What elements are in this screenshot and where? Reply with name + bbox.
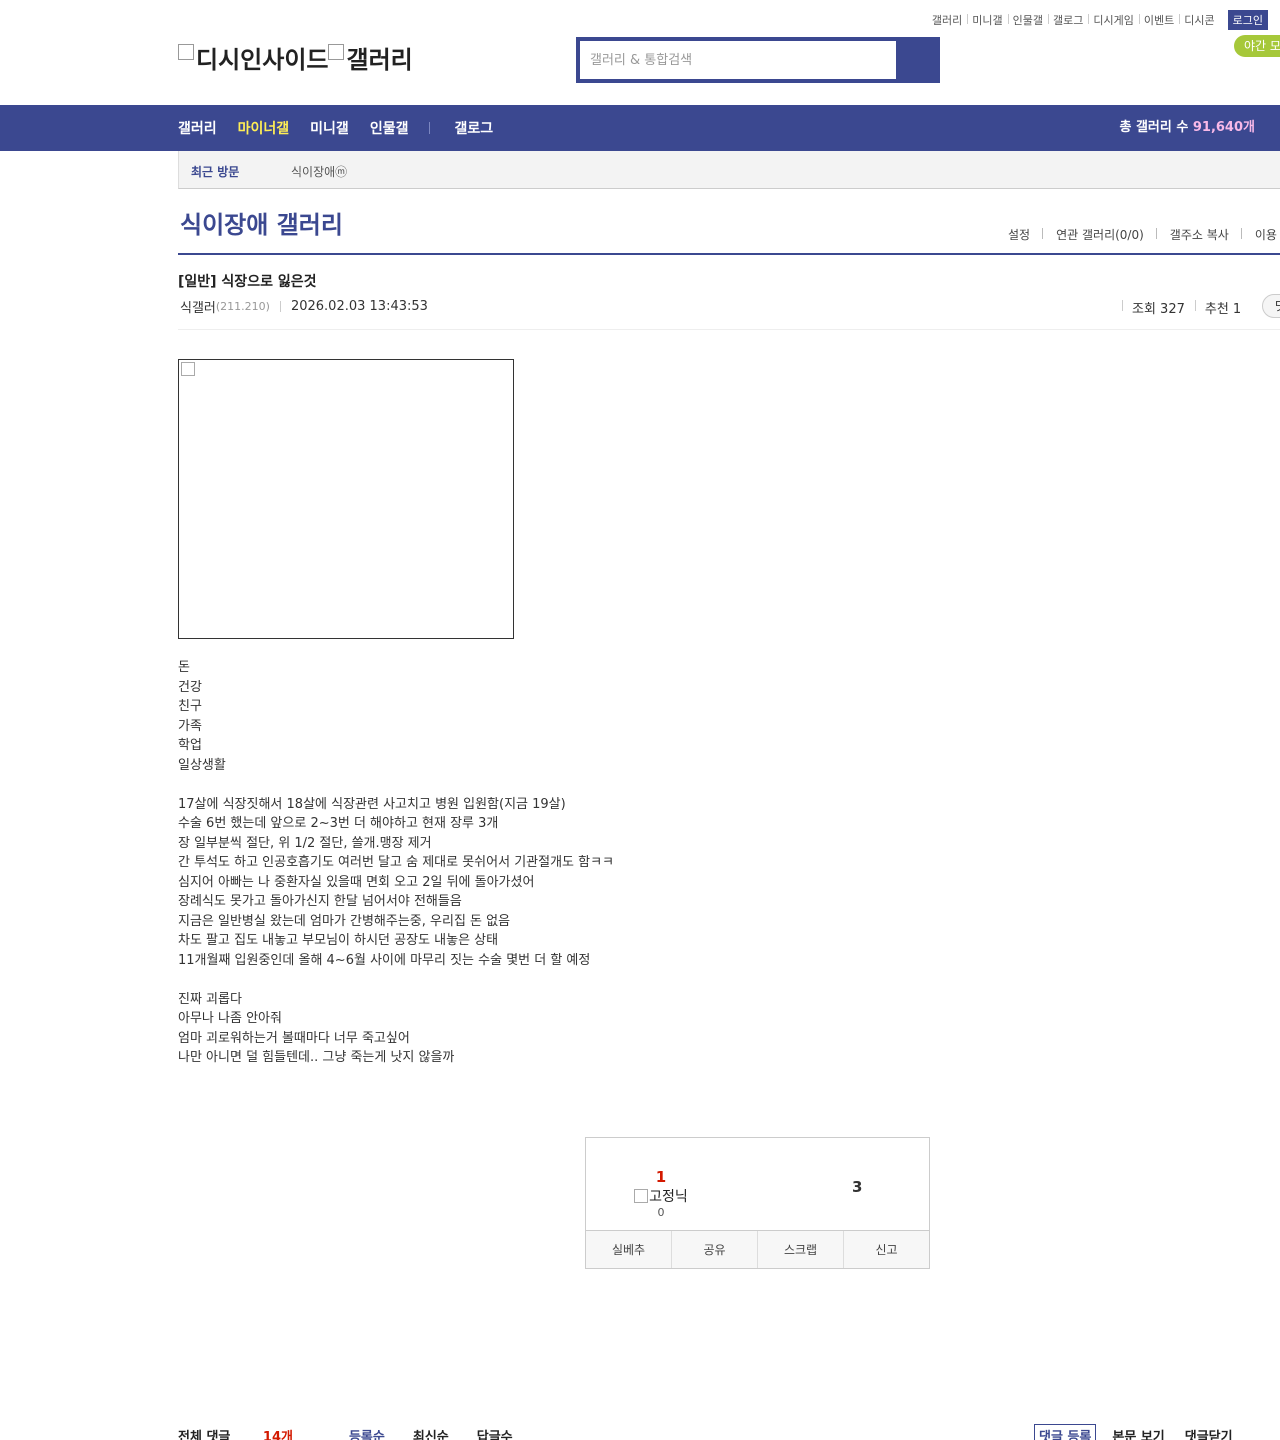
recommend-box: 1 고정닉 0 3 실베추 공유 스크랩 신고 xyxy=(585,1137,930,1269)
nav-item-mini-gallery[interactable]: 미니갤 xyxy=(310,118,349,138)
post-views: 조회 327 xyxy=(1122,298,1195,317)
post-author[interactable]: 식갤러 xyxy=(180,297,216,316)
scrap-button[interactable]: 스크랩 xyxy=(757,1231,843,1268)
utility-bar: 갤러리 미니갤 인물갤 갤로그 디시게임 이벤트 디시콘 로그인 xyxy=(927,10,1268,30)
logo-text-dcinside: 디시인사이드 xyxy=(196,46,329,74)
post-header-divider xyxy=(178,329,1280,330)
report-button[interactable]: 신고 xyxy=(843,1231,929,1268)
nav-divider xyxy=(429,122,431,134)
util-link-dcgame[interactable]: 디시게임 xyxy=(1088,12,1138,28)
view-body-button[interactable]: 본문 보기 xyxy=(1112,1426,1164,1440)
sort-by-latest[interactable]: 최신순 xyxy=(413,1426,449,1440)
post-title: [일반] 식장으로 잃은것 xyxy=(178,274,317,290)
total-gallery-label: 총 갤러리 수 xyxy=(1119,120,1189,135)
copy-gallery-url-link[interactable]: 갤주소 복사 xyxy=(1155,226,1237,243)
recent-visits-label[interactable]: 최근 방문 xyxy=(191,163,239,180)
post-date: 2026.02.03 13:43:53 xyxy=(290,299,428,314)
write-comment-button[interactable]: 댓글 등록 xyxy=(1034,1424,1097,1440)
gallery-tools: 설정 연관 갤러리(0/0) 갤주소 복사 이용 xyxy=(1000,226,1280,243)
util-link-minigall[interactable]: 미니갤 xyxy=(967,12,1007,28)
gallery-settings-link[interactable]: 설정 xyxy=(1000,226,1038,243)
fixed-nick-count: 0 xyxy=(657,1206,665,1219)
search-input[interactable] xyxy=(580,41,896,79)
broken-image-icon xyxy=(181,362,195,376)
sort-by-registered[interactable]: 등록순 xyxy=(349,1426,385,1440)
search-button[interactable] xyxy=(896,41,936,79)
post-stats: 조회 327 추천 1 댓 xyxy=(1122,294,1280,318)
nav-item-gallery[interactable]: 갤러리 xyxy=(178,118,217,138)
gallery-title[interactable]: 식이장애 갤러리 xyxy=(180,205,343,240)
util-link-gallog[interactable]: 갤로그 xyxy=(1048,12,1088,28)
main-nav: 갤러리 마이너갤 미니갤 인물갤 갤로그 총 갤러리 수 91,640개 xyxy=(0,105,1280,151)
share-button[interactable]: 공유 xyxy=(671,1231,757,1268)
comments-total: 전체 댓글 14개 xyxy=(178,1426,321,1440)
util-link-persongall[interactable]: 인물갤 xyxy=(1007,12,1048,28)
nav-item-gallog[interactable]: 갤로그 xyxy=(454,118,493,138)
recommend-up-button[interactable]: 1 고정닉 0 xyxy=(626,1168,696,1219)
broken-image-icon xyxy=(178,43,194,60)
silbechu-button[interactable]: 실베추 xyxy=(586,1231,671,1268)
recent-visits-bar: 최근 방문 식이장애ⓜ xyxy=(178,151,1280,189)
total-gallery-count: 총 갤러리 수 91,640개 xyxy=(1119,105,1255,151)
title-divider xyxy=(178,253,1280,255)
login-button[interactable]: 로그인 xyxy=(1227,10,1268,30)
nav-item-person-gallery[interactable]: 인물갤 xyxy=(370,118,409,138)
post-author-ip: (211.210) xyxy=(215,300,270,313)
comments-total-count: 14개 xyxy=(262,1430,293,1440)
recommend-actions: 실베추 공유 스크랩 신고 xyxy=(586,1230,929,1268)
recommend-down-count[interactable]: 3 xyxy=(852,1178,862,1196)
post-body: 돈 건강 친구 가족 학업 일상생활 17살에 식장짓해서 18살에 식장관련 … xyxy=(178,660,615,1065)
util-link-dccon[interactable]: 디시콘 xyxy=(1179,12,1219,28)
logo-text-gallery: 갤러리 xyxy=(346,46,413,74)
broken-image-icon xyxy=(328,43,345,60)
broken-image-icon xyxy=(634,1189,649,1203)
post-meta: 식갤러 (211.210) 2026.02.03 13:43:53 xyxy=(180,297,428,316)
close-comments-button[interactable]: 댓글닫기 xyxy=(1185,1426,1233,1440)
fixed-nick-label: 고정닉 xyxy=(649,1189,688,1205)
util-link-gallery[interactable]: 갤러리 xyxy=(927,12,967,28)
site-logo[interactable]: 디시인사이드 갤러리 xyxy=(178,40,413,75)
related-gallery-link[interactable]: 연관 갤러리(0/0) xyxy=(1042,226,1152,243)
recommend-up-count: 1 xyxy=(655,1168,667,1186)
search-box xyxy=(576,37,940,83)
comments-total-label: 전체 댓글 xyxy=(178,1430,231,1440)
sort-by-replies[interactable]: 답글수 xyxy=(477,1426,513,1440)
util-link-event[interactable]: 이벤트 xyxy=(1138,12,1179,28)
total-gallery-value: 91,640개 xyxy=(1192,120,1255,135)
nav-item-minor-gallery[interactable]: 마이너갤 xyxy=(238,118,290,138)
fixed-nick-recommend: 고정닉 xyxy=(626,1186,696,1206)
night-mode-toggle[interactable]: 야간 모 xyxy=(1234,35,1280,57)
recent-visit-item[interactable]: 식이장애ⓜ xyxy=(291,163,347,180)
meta-divider xyxy=(279,301,281,312)
comment-jump-button[interactable]: 댓 xyxy=(1262,294,1280,318)
post-recommend-count: 추천 1 xyxy=(1194,298,1251,317)
comments-bar: 전체 댓글 14개 등록순 최신순 답글수 댓글 등록 본문 보기 댓글닫기 xyxy=(178,1424,1280,1440)
post-image[interactable] xyxy=(178,359,514,639)
usage-link[interactable]: 이용 xyxy=(1240,226,1280,243)
